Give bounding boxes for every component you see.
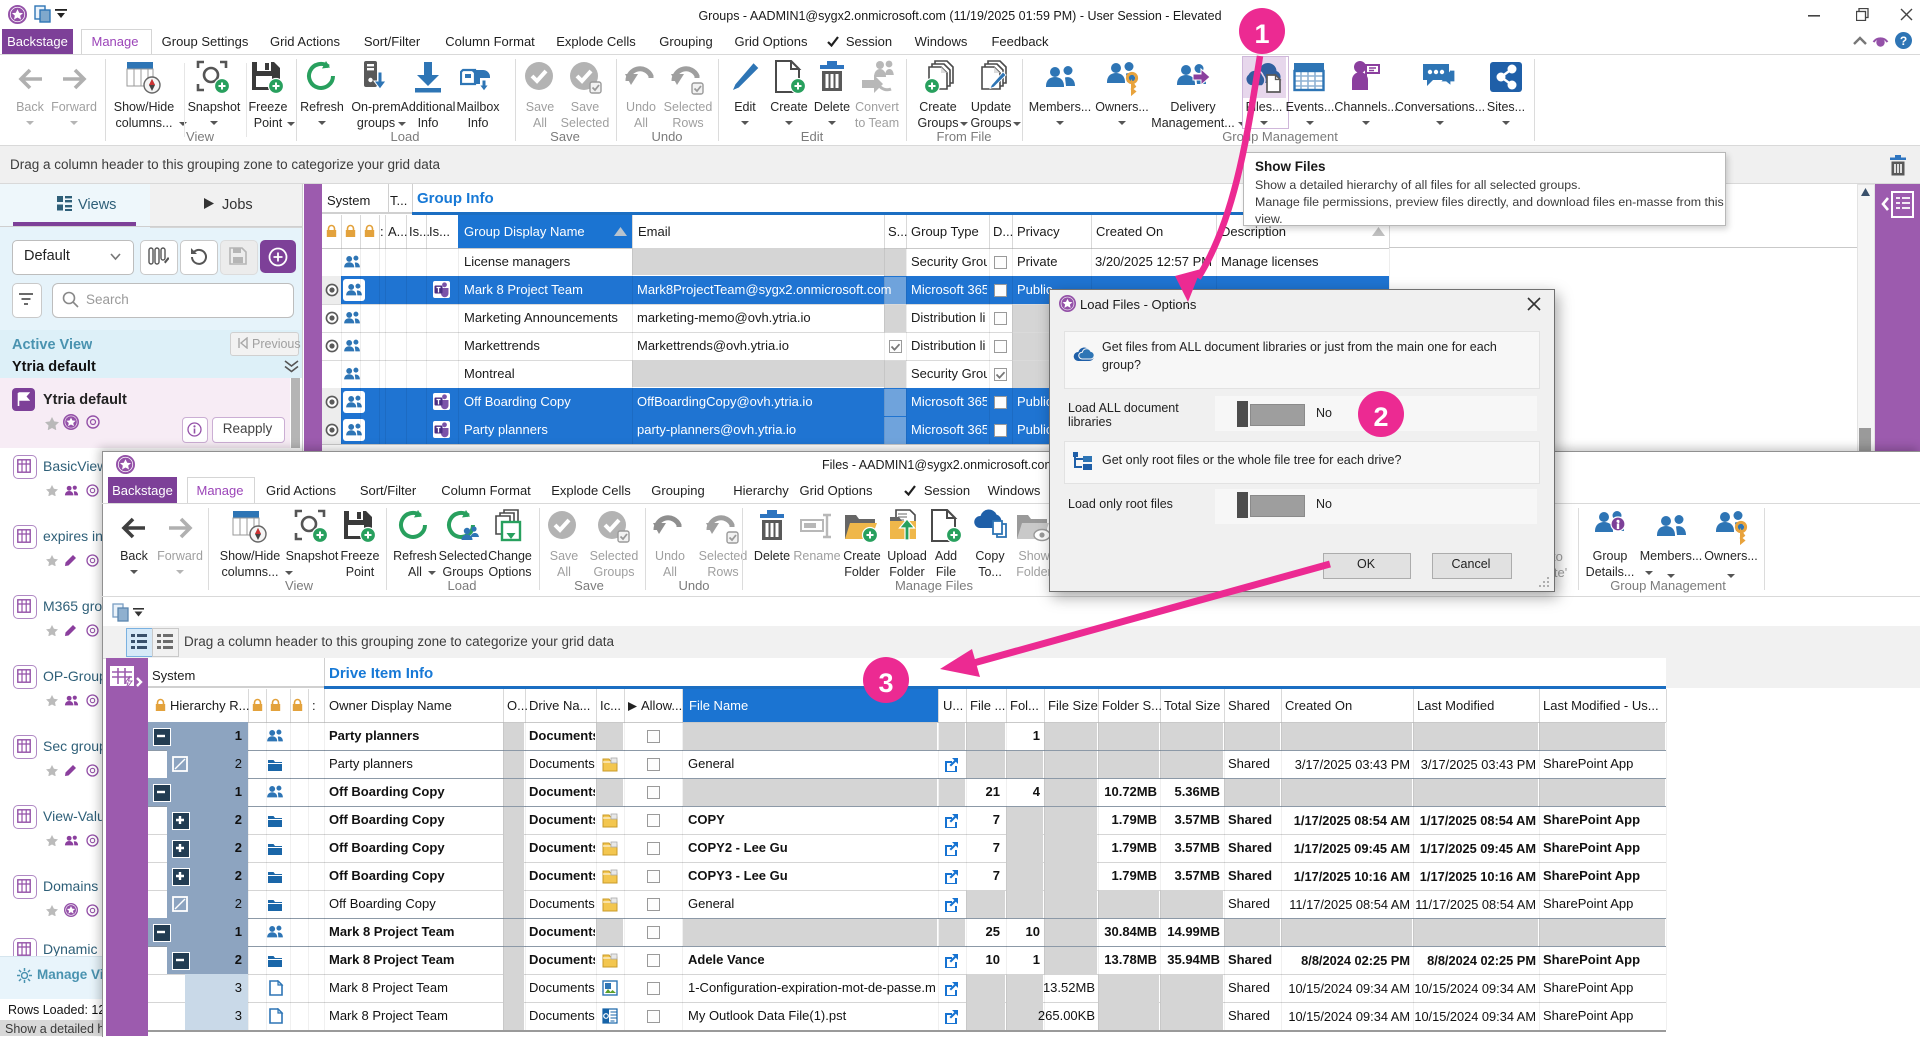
svg-text:?: ? — [1900, 34, 1907, 48]
